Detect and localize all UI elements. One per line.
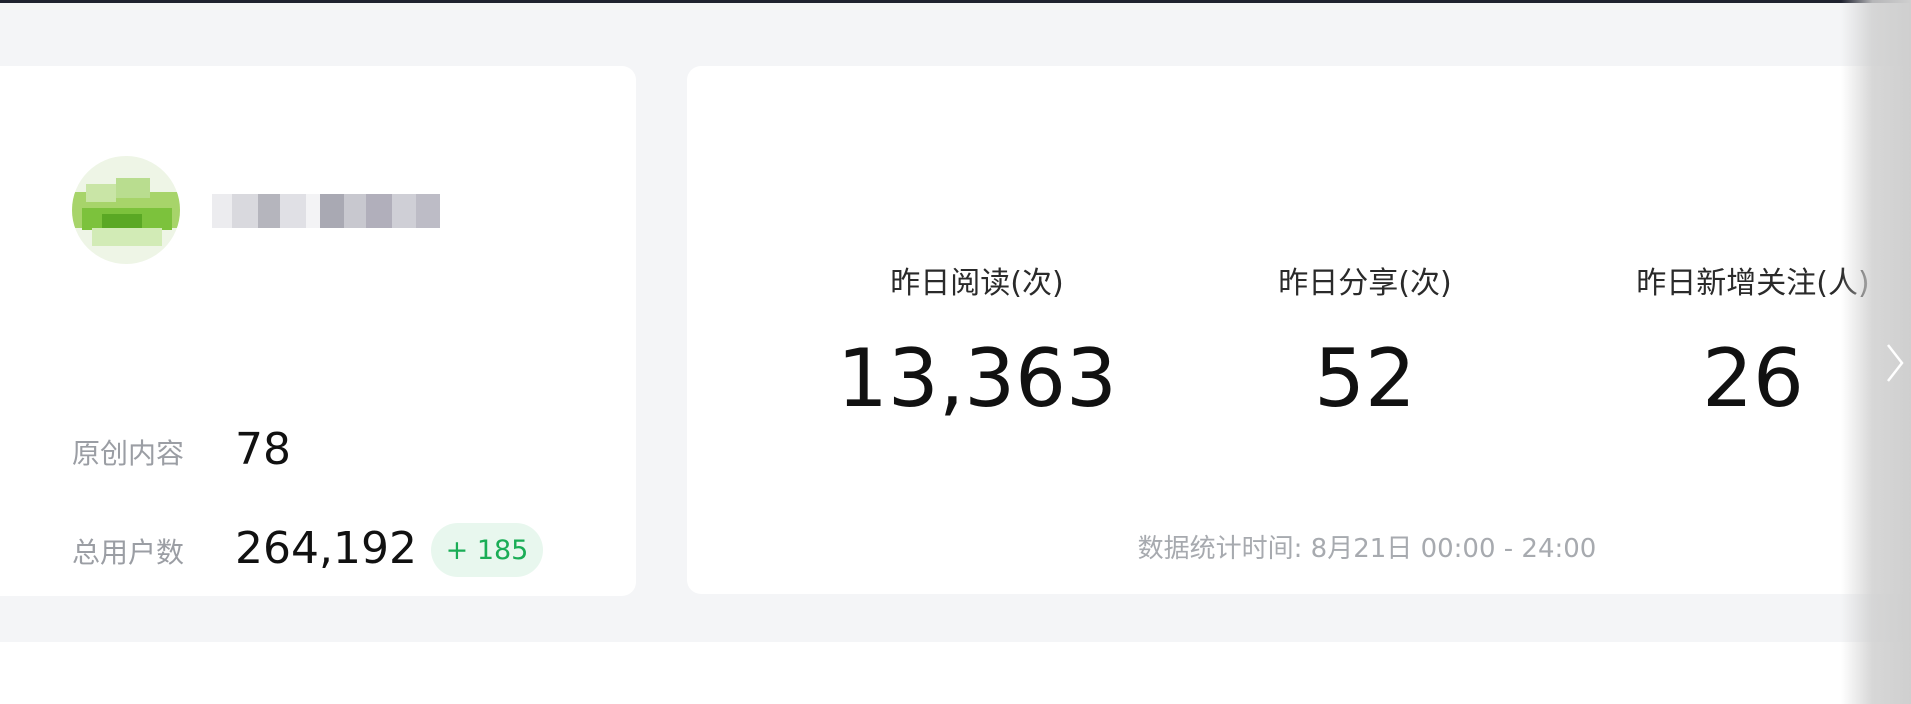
account-name-blurred bbox=[212, 194, 440, 228]
carousel-next-button[interactable] bbox=[1878, 338, 1911, 388]
stat-reads-label: 昨日阅读(次) bbox=[890, 266, 1064, 301]
original-content-label: 原创内容 bbox=[72, 437, 185, 470]
total-users-label: 总用户数 bbox=[72, 536, 185, 569]
stat-shares-label: 昨日分享(次) bbox=[1278, 266, 1452, 301]
stat-reads: 昨日阅读(次) 13,363 bbox=[787, 262, 1167, 424]
content-area-below bbox=[0, 642, 1911, 704]
top-border bbox=[0, 0, 1911, 3]
stat-shares-value: 52 bbox=[1314, 332, 1416, 425]
total-users-value: 264,192 bbox=[235, 523, 417, 574]
yesterday-stats-card: 昨日阅读(次) 13,363 昨日分享(次) 52 昨日新增关注(人) 26 数… bbox=[687, 66, 1911, 594]
stat-reads-value: 13,363 bbox=[837, 332, 1117, 425]
avatar[interactable] bbox=[72, 156, 180, 264]
total-users-delta-badge: + 185 bbox=[431, 523, 543, 577]
original-content-value: 78 bbox=[235, 424, 291, 475]
stat-shares: 昨日分享(次) 52 bbox=[1175, 262, 1555, 424]
account-card: 原创内容 78 总用户数 264,192 + 185 bbox=[0, 66, 636, 596]
chevron-right-icon bbox=[1886, 344, 1904, 382]
dashboard-overview: 原创内容 78 总用户数 264,192 + 185 昨日阅读(次) 13,36… bbox=[0, 0, 1911, 704]
stats-time-range: 数据统计时间: 8月21日 00:00 - 24:00 bbox=[1137, 534, 1597, 564]
